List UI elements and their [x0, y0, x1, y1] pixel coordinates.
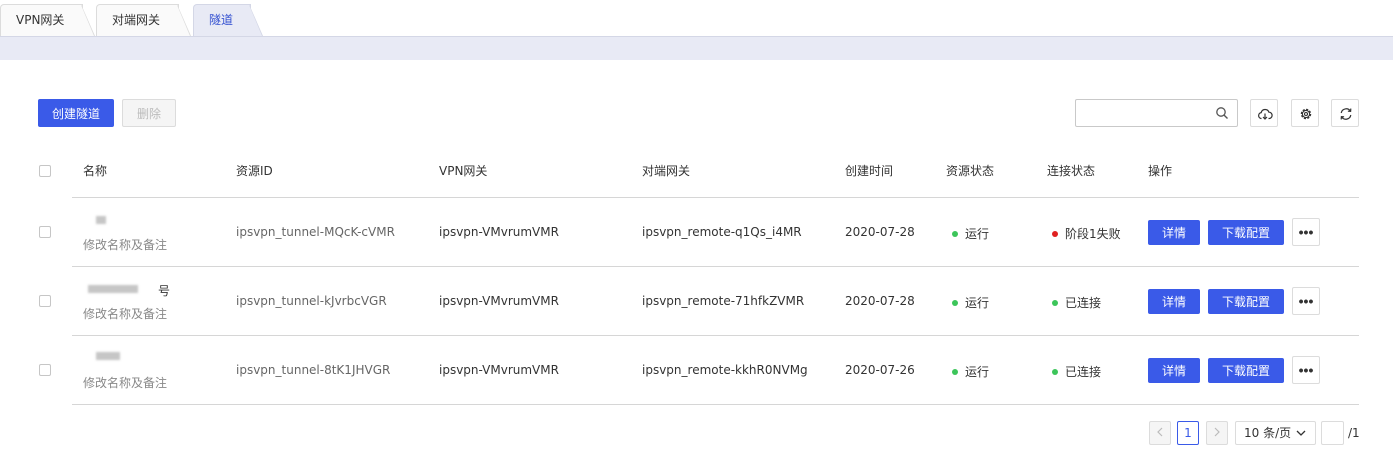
status-text: 已连接: [1065, 365, 1102, 379]
row-divider: [72, 266, 1359, 267]
page-jump-input[interactable]: [1321, 421, 1344, 445]
delete-button[interactable]: 删除: [122, 99, 176, 127]
download-config-button[interactable]: 下载配置: [1208, 358, 1284, 383]
resource-id: ipsvpn_tunnel-kJvrbcVGR: [236, 294, 387, 308]
header-divider: [72, 197, 1359, 198]
chevron-down-icon: [1296, 430, 1306, 436]
tab-remote-gateway[interactable]: 对端网关: [96, 4, 191, 36]
column-header: 资源ID: [236, 164, 273, 178]
edit-name-link[interactable]: 修改名称及备注: [83, 236, 167, 253]
more-actions-button[interactable]: •••: [1292, 218, 1320, 246]
resource-status: 运行: [952, 294, 989, 311]
tab-bar: VPN网关 对端网关 隧道: [0, 0, 1393, 36]
detail-button[interactable]: 详情: [1148, 220, 1200, 245]
status-text: 阶段1失败: [1065, 227, 1121, 241]
column-header: 名称: [83, 164, 108, 178]
create-tunnel-button[interactable]: 创建隧道: [38, 99, 114, 127]
prev-page-button[interactable]: [1149, 421, 1171, 445]
vpn-gateway-link[interactable]: ipsvpn-VMvrumVMR: [439, 294, 559, 308]
page-size-select[interactable]: 10 条/页: [1235, 421, 1316, 445]
vpn-gateway-link[interactable]: ipsvpn-VMvrumVMR: [439, 225, 559, 239]
edit-name-link[interactable]: 修改名称及备注: [83, 305, 167, 322]
refresh-icon: [1340, 108, 1352, 120]
row-checkbox[interactable]: [39, 364, 51, 376]
settings-button[interactable]: [1291, 99, 1319, 127]
status-text: 运行: [965, 296, 990, 310]
search-input[interactable]: [1082, 104, 1212, 122]
row-divider: [72, 335, 1359, 336]
gear-icon: [1300, 108, 1312, 120]
refresh-button[interactable]: [1331, 99, 1359, 127]
row-checkbox[interactable]: [39, 295, 51, 307]
remote-gateway-link[interactable]: ipsvpn_remote-71hfkZVMR: [642, 294, 804, 308]
tab-content-band: [0, 36, 1393, 60]
column-header: 对端网关: [642, 164, 691, 178]
tab-label: VPN网关: [16, 13, 65, 27]
status-dot-icon: [952, 369, 958, 375]
tab-label: 隧道: [209, 13, 234, 27]
redacted-name: [96, 352, 120, 360]
detail-button[interactable]: 详情: [1148, 289, 1200, 314]
column-header: VPN网关: [439, 164, 488, 178]
cloud-download-icon: [1258, 108, 1273, 120]
edit-name-link[interactable]: 修改名称及备注: [83, 374, 167, 391]
vpn-gateway-link[interactable]: ipsvpn-VMvrumVMR: [439, 363, 559, 377]
status-text: 已连接: [1065, 296, 1102, 310]
more-actions-button[interactable]: •••: [1292, 287, 1320, 315]
download-config-button[interactable]: 下载配置: [1208, 289, 1284, 314]
remote-gateway-link[interactable]: ipsvpn_remote-q1Qs_i4MR: [642, 225, 802, 239]
tab-label: 对端网关: [112, 13, 161, 27]
redacted-name: [88, 285, 138, 293]
column-header: 连接状态: [1047, 164, 1096, 178]
status-dot-icon: [1052, 369, 1058, 375]
status-text: 运行: [965, 227, 990, 241]
status-dot-icon: [952, 300, 958, 306]
status-dot-icon: [1052, 300, 1058, 306]
tab-tunnel[interactable]: 隧道: [193, 4, 263, 36]
column-header: 操作: [1148, 164, 1173, 178]
status-text: 运行: [965, 365, 990, 379]
column-header: 创建时间: [845, 164, 894, 178]
resource-id: ipsvpn_tunnel-MQcK-cVMR: [236, 225, 395, 239]
created-date: 2020-07-28: [845, 225, 915, 239]
created-date: 2020-07-26: [845, 363, 915, 377]
download-config-button[interactable]: 下载配置: [1208, 220, 1284, 245]
connection-status: 已连接: [1052, 294, 1101, 311]
resource-id: ipsvpn_tunnel-8tK1JHVGR: [236, 363, 391, 377]
chevron-left-icon: [1157, 427, 1163, 437]
resource-status: 运行: [952, 225, 989, 242]
page-size-value: 10 条/页: [1244, 426, 1292, 440]
download-button[interactable]: [1250, 99, 1278, 127]
row-divider: [72, 404, 1359, 405]
connection-status: 已连接: [1052, 363, 1101, 380]
created-date: 2020-07-28: [845, 294, 915, 308]
status-dot-icon: [1052, 231, 1058, 237]
next-page-button[interactable]: [1206, 421, 1228, 445]
detail-button[interactable]: 详情: [1148, 358, 1200, 383]
tab-vpn-gateway[interactable]: VPN网关: [0, 4, 95, 36]
column-header: 资源状态: [946, 164, 995, 178]
remote-gateway-link[interactable]: ipsvpn_remote-kkhR0NVMg: [642, 363, 808, 377]
page-number-button[interactable]: 1: [1177, 421, 1199, 445]
tunnel-name: 号: [158, 284, 171, 298]
select-all-checkbox[interactable]: [39, 165, 51, 177]
search-icon[interactable]: [1215, 106, 1229, 120]
status-dot-icon: [952, 231, 958, 237]
search-box: [1075, 99, 1238, 127]
total-pages: /1: [1348, 426, 1360, 440]
row-checkbox[interactable]: [39, 226, 51, 238]
resource-status: 运行: [952, 363, 989, 380]
more-actions-button[interactable]: •••: [1292, 356, 1320, 384]
redacted-name: [96, 216, 106, 224]
chevron-right-icon: [1214, 427, 1220, 437]
connection-status: 阶段1失败: [1052, 225, 1121, 242]
